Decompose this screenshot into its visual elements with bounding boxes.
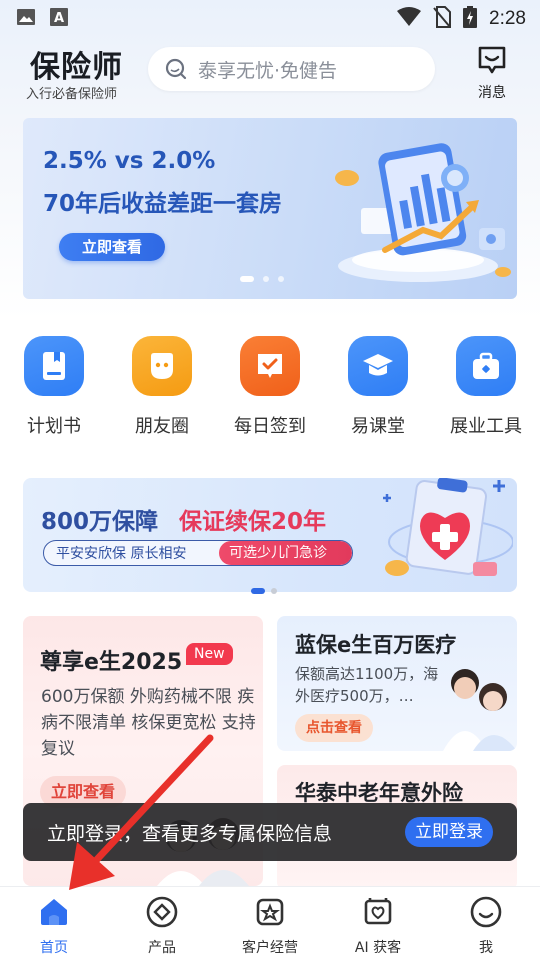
product-title: 蓝保e生百万医疗 (295, 633, 457, 657)
quick-entry-label: 朋友圈 (135, 416, 189, 437)
product-click-button[interactable]: 点击查看 (295, 714, 373, 742)
product-icon (146, 896, 178, 928)
promo-tag-products: 平安安欣保 原长相安 (56, 546, 187, 562)
search-placeholder: 泰享无忧·免健告 (198, 59, 338, 82)
hero-view-button[interactable]: 立即查看 (59, 233, 165, 261)
quick-entry-label: 展业工具 (450, 416, 522, 437)
tab-label: 我 (479, 940, 493, 956)
plan-book-icon (24, 336, 84, 396)
font-icon: A (50, 8, 68, 30)
quick-entry-label: 计划书 (27, 416, 81, 437)
quick-entry-grid: 计划书 朋友圈 每日签到 易课堂 展业工具 (0, 336, 540, 446)
promo-pagination (251, 588, 277, 594)
hero-subheadline: 70年后收益差距一套房 (43, 191, 283, 217)
promo-tag-option: 可选少儿门急诊 (219, 541, 352, 565)
new-badge: New (186, 643, 233, 665)
message-icon (476, 46, 508, 80)
quick-entry-course[interactable]: 易课堂 (328, 336, 428, 438)
message-label: 消息 (478, 85, 506, 101)
promo-highlight: 保证续保20年 (179, 509, 327, 535)
ai-acquire-icon (364, 898, 392, 925)
tab-label: 产品 (148, 940, 176, 956)
tab-label: AI 获客 (354, 940, 402, 956)
search-input[interactable]: 泰享无忧·免健告 (148, 47, 435, 91)
login-toast-text: 立即登录，查看更多专属保险信息 (47, 822, 333, 845)
wifi-icon (397, 7, 422, 31)
status-bar: A 2:28 (0, 0, 540, 36)
quick-entry-plan-book[interactable]: 计划书 (4, 336, 104, 438)
quick-entry-label: 易课堂 (351, 416, 405, 437)
tab-product[interactable]: 产品 (112, 895, 212, 957)
quick-entry-moments[interactable]: 朋友圈 (112, 336, 212, 438)
product-description: 600万保额 外购药械不限 疾病不限清单 核保更宽松 支持复议 (41, 687, 256, 759)
app-title: 保险师 (30, 50, 123, 85)
health-clipboard-illustration (383, 478, 513, 576)
couple-photo (443, 669, 517, 751)
login-toast: 立即登录，查看更多专属保险信息 立即登录 (23, 803, 517, 861)
pagination-dot (271, 588, 277, 594)
quick-entry-label: 每日签到 (234, 416, 306, 437)
pagination-dot (278, 276, 284, 282)
pagination-dot (251, 588, 265, 594)
tab-home[interactable]: 首页 (4, 895, 104, 957)
toolbox-icon (456, 336, 516, 396)
tab-me[interactable]: 我 (436, 895, 536, 957)
bottom-nav: 首页 产品 客户经营 AI 获客 我 (0, 886, 540, 960)
app-subtitle: 入行必备保险师 (26, 87, 118, 102)
customer-icon (256, 898, 284, 926)
tab-customer[interactable]: 客户经营 (220, 895, 320, 957)
tab-ai-acquire[interactable]: AI 获客 (328, 895, 428, 957)
promo-title: 800万保障 (41, 509, 159, 535)
battery-icon (463, 6, 478, 32)
promo-tag: 平安安欣保 原长相安 可选少儿门急诊 (43, 540, 353, 566)
checkin-icon (240, 336, 300, 396)
promo-banner[interactable]: 800万保障 保证续保20年 平安安欣保 原长相安 可选少儿门急诊 (23, 478, 517, 592)
search-icon (164, 57, 188, 81)
home-icon (41, 899, 67, 925)
image-icon (16, 8, 36, 30)
status-time: 2:28 (489, 8, 526, 29)
pagination-dot (263, 276, 269, 282)
svg-text:A: A (54, 11, 64, 26)
graduation-cap-icon (348, 336, 408, 396)
pagination-dot (240, 276, 254, 282)
tab-label: 客户经营 (242, 940, 298, 956)
hero-headline: 2.5% vs 2.0% (43, 148, 216, 174)
profile-icon (470, 896, 502, 928)
tab-label: 首页 (40, 940, 68, 956)
product-title: 尊享e生2025 (40, 650, 183, 675)
no-sim-icon (433, 6, 452, 32)
login-button[interactable]: 立即登录 (405, 817, 493, 847)
hero-pagination (240, 276, 284, 282)
quick-entry-checkin[interactable]: 每日签到 (220, 336, 320, 438)
message-button[interactable]: 消息 (470, 44, 514, 102)
product-description: 保额高达1100万，海外医疗500万，… (295, 665, 439, 705)
product-card-lanbao[interactable]: 蓝保e生百万医疗 保额高达1100万，海外医疗500万，… 点击查看 (277, 616, 517, 751)
phone-chart-illustration (335, 143, 511, 282)
quick-entry-toolbox[interactable]: 展业工具 (436, 336, 536, 438)
moments-icon (132, 336, 192, 396)
hero-banner[interactable]: 2.5% vs 2.0% 70年后收益差距一套房 立即查看 (23, 118, 517, 299)
